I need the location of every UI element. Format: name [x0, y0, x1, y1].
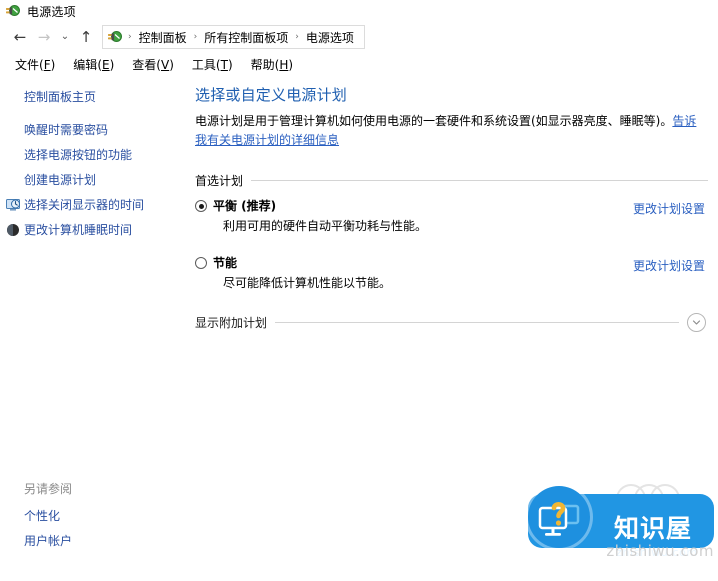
- preferred-plans-header: 首选计划: [195, 172, 708, 189]
- sidebar-item-label: 唤醒时需要密码: [24, 123, 109, 137]
- page-description-text: 电源计划是用于管理计算机如何使用电源的一套硬件和系统设置(如显示器亮度、睡眠等)…: [195, 114, 673, 128]
- plan-radio-power-saver[interactable]: [195, 257, 207, 269]
- show-additional-plans-label: 显示附加计划: [195, 316, 268, 330]
- additional-plans-divider: [275, 322, 679, 323]
- window-title: 电源选项: [27, 4, 76, 19]
- plan-spacer: [195, 238, 708, 256]
- breadcrumb-item-control-panel[interactable]: 控制面板: [135, 29, 191, 46]
- menu-help[interactable]: 帮助(H): [242, 54, 302, 75]
- menu-tools-label: 工具: [191, 57, 216, 72]
- breadcrumb-separator: ›: [295, 32, 299, 42]
- page-title: 选择或自定义电源计划: [195, 86, 348, 104]
- power-plug-icon: [5, 3, 21, 19]
- sidebar-item-control-panel-home[interactable]: 控制面板主页: [0, 84, 190, 117]
- breadcrumb-item-power-options[interactable]: 电源选项: [302, 29, 358, 46]
- menu-file[interactable]: 文件(F): [6, 54, 64, 75]
- recent-locations-button[interactable]: ⌄: [56, 25, 74, 49]
- sidebar-item-label: 用户帐户: [24, 534, 73, 548]
- breadcrumb-power-plug-icon: [107, 29, 123, 45]
- plan-power-saver[interactable]: 节能 尽可能降低计算机性能以节能。: [195, 256, 633, 291]
- plan-description: 尽可能降低计算机性能以节能。: [223, 276, 392, 290]
- navigation-bar: ← → ⌄ ↑ › 控制面板 › 所有控制面板项 › 电源选项: [0, 22, 718, 52]
- plan-name: 节能: [213, 256, 238, 270]
- sidebar-item-label: 更改计算机睡眠时间: [24, 223, 133, 237]
- menu-view[interactable]: 查看(V): [123, 54, 183, 75]
- moon-icon: [5, 222, 21, 238]
- sidebar-item-label: 个性化: [24, 509, 61, 523]
- chevron-down-icon[interactable]: [687, 313, 706, 332]
- title-bar: 电源选项: [0, 0, 718, 22]
- sidebar-item-label: 选择电源按钮的功能: [24, 148, 133, 162]
- content-area: 控制面板主页 唤醒时需要密码 选择电源按钮的功能 创建电源计划 选择关闭显示器的…: [0, 76, 718, 581]
- sidebar-item-personalization[interactable]: 个性化: [0, 503, 190, 528]
- sidebar: 控制面板主页 唤醒时需要密码 选择电源按钮的功能 创建电源计划 选择关闭显示器的…: [0, 76, 190, 581]
- menu-edit-accel: E: [102, 57, 110, 72]
- sidebar-item-user-accounts[interactable]: 用户帐户: [0, 528, 190, 553]
- plan-name: 平衡 (推荐): [213, 199, 277, 213]
- breadcrumb-separator: ›: [128, 32, 132, 42]
- monitor-clock-icon: [5, 197, 21, 213]
- up-button[interactable]: ↑: [74, 25, 98, 49]
- header-divider: [251, 180, 708, 181]
- change-plan-settings-link-balanced[interactable]: 更改计划设置: [633, 199, 708, 217]
- main-pane: 选择或自定义电源计划 电源计划是用于管理计算机如何使用电源的一套硬件和系统设置(…: [190, 76, 718, 581]
- menu-file-label: 文件: [15, 57, 40, 72]
- sidebar-item-label: 创建电源计划: [24, 173, 97, 187]
- breadcrumb-separator: ›: [193, 32, 198, 42]
- breadcrumb[interactable]: › 控制面板 › 所有控制面板项 › 电源选项: [102, 25, 365, 49]
- plan-balanced[interactable]: 平衡 (推荐) 利用可用的硬件自动平衡功耗与性能。: [195, 199, 633, 234]
- menu-bar: 文件(F) 编辑(E) 查看(V) 工具(T) 帮助(H): [0, 52, 718, 76]
- plan-row[interactable]: 节能 尽可能降低计算机性能以节能。 更改计划设置: [195, 256, 708, 291]
- menu-edit-label: 编辑: [73, 57, 98, 72]
- menu-view-accel: V: [160, 57, 170, 72]
- plan-description: 利用可用的硬件自动平衡功耗与性能。: [223, 219, 428, 233]
- sidebar-item-label: 选择关闭显示器的时间: [24, 198, 145, 212]
- sidebar-item-create-power-plan[interactable]: 创建电源计划: [0, 167, 190, 192]
- sidebar-item-require-password[interactable]: 唤醒时需要密码: [0, 117, 190, 142]
- menu-view-label: 查看: [132, 57, 157, 72]
- see-also-title: 另请参阅: [24, 482, 73, 496]
- menu-file-accel: F: [43, 57, 51, 72]
- page-description: 电源计划是用于管理计算机如何使用电源的一套硬件和系统设置(如显示器亮度、睡眠等)…: [195, 112, 708, 150]
- menu-help-accel: H: [279, 57, 289, 72]
- show-additional-plans-row[interactable]: 显示附加计划: [195, 313, 708, 332]
- back-button[interactable]: ←: [8, 25, 32, 49]
- forward-button[interactable]: →: [32, 25, 56, 49]
- sidebar-item-label: 控制面板主页: [24, 90, 97, 104]
- change-plan-settings-link-power-saver[interactable]: 更改计划设置: [633, 256, 708, 274]
- sidebar-item-change-sleep-time[interactable]: 更改计算机睡眠时间: [0, 217, 190, 242]
- menu-tools-accel: T: [220, 57, 228, 72]
- menu-tools[interactable]: 工具(T): [183, 54, 242, 75]
- sidebar-item-power-button-action[interactable]: 选择电源按钮的功能: [0, 142, 190, 167]
- plan-radio-balanced[interactable]: [195, 200, 207, 212]
- preferred-plans-label: 首选计划: [195, 174, 244, 188]
- plan-list: 平衡 (推荐) 利用可用的硬件自动平衡功耗与性能。 更改计划设置 节能 尽可能降…: [195, 199, 708, 291]
- see-also-section: 另请参阅 个性化 用户帐户: [0, 476, 190, 553]
- plan-row[interactable]: 平衡 (推荐) 利用可用的硬件自动平衡功耗与性能。 更改计划设置: [195, 199, 708, 234]
- menu-help-label: 帮助: [250, 57, 275, 72]
- breadcrumb-item-all-items[interactable]: 所有控制面板项: [200, 29, 292, 46]
- menu-edit[interactable]: 编辑(E): [64, 54, 123, 75]
- sidebar-item-turn-off-display[interactable]: 选择关闭显示器的时间: [0, 192, 190, 217]
